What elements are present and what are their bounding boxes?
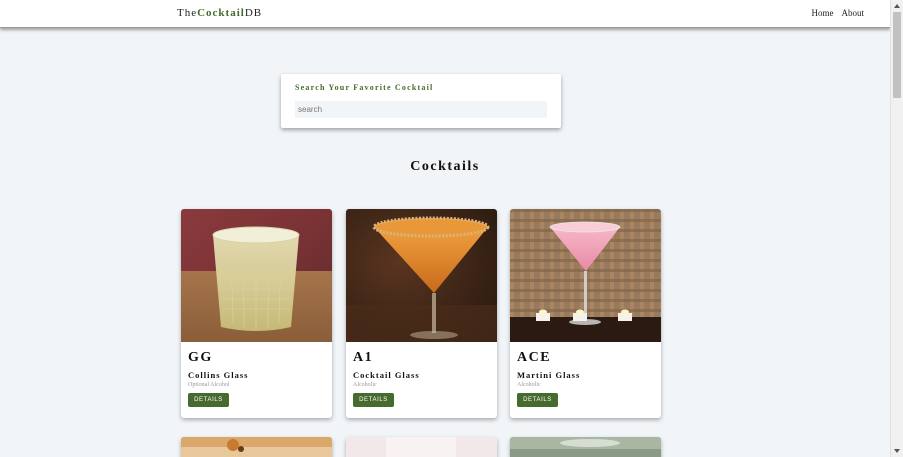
scroll-up-icon[interactable] [894,4,900,8]
cocktail-card-partial [346,437,497,457]
logo-suffix: DB [244,7,263,19]
cocktail-image [510,209,661,342]
nav-link-about[interactable]: About [842,8,865,18]
cocktail-image [510,437,661,457]
site-logo[interactable]: TheCocktailDB [177,7,262,19]
cocktail-alcoholic: Alcoholic [517,382,541,388]
search-input[interactable] [295,101,547,118]
logo-prefix: The [177,7,198,19]
details-button[interactable]: DETAILS [517,393,558,407]
details-button[interactable]: DETAILS [188,393,229,407]
page-scrollbar[interactable] [890,0,903,457]
cocktail-name: A1 [353,350,374,365]
cocktail-alcoholic: Alcoholic [353,382,377,388]
scroll-down-icon[interactable] [894,449,900,453]
cocktail-card: ACE Martini Glass Alcoholic DETAILS [510,209,661,418]
cocktail-name: GG [188,350,213,365]
cocktail-glass: Collins Glass [188,370,249,380]
cocktail-card-partial [181,437,332,457]
cocktail-card: GG Collins Glass Optional Alcohol DETAIL… [181,209,332,418]
scroll-thumb[interactable] [893,12,901,98]
section-title: Cocktails [410,159,480,174]
details-button[interactable]: DETAILS [353,393,394,407]
navbar: TheCocktailDB Home About [0,0,890,28]
cocktail-card: A1 Cocktail Glass Alcoholic DETAILS [346,209,497,418]
cocktail-card-partial [510,437,661,457]
cocktail-image [181,437,332,457]
cocktail-image [346,209,497,342]
nav-link-home[interactable]: Home [812,8,834,18]
cocktail-alcoholic: Optional Alcohol [188,382,230,388]
cocktail-glass: Cocktail Glass [353,370,420,380]
search-label: Search Your Favorite Cocktail [295,83,434,92]
cocktail-image [346,437,497,457]
search-form: Search Your Favorite Cocktail [281,74,561,128]
nav-links: Home About [812,8,865,18]
cocktail-glass: Martini Glass [517,370,581,380]
cocktail-image [181,209,332,342]
cocktail-name: ACE [517,350,552,365]
logo-accent: Cocktail [197,7,245,19]
